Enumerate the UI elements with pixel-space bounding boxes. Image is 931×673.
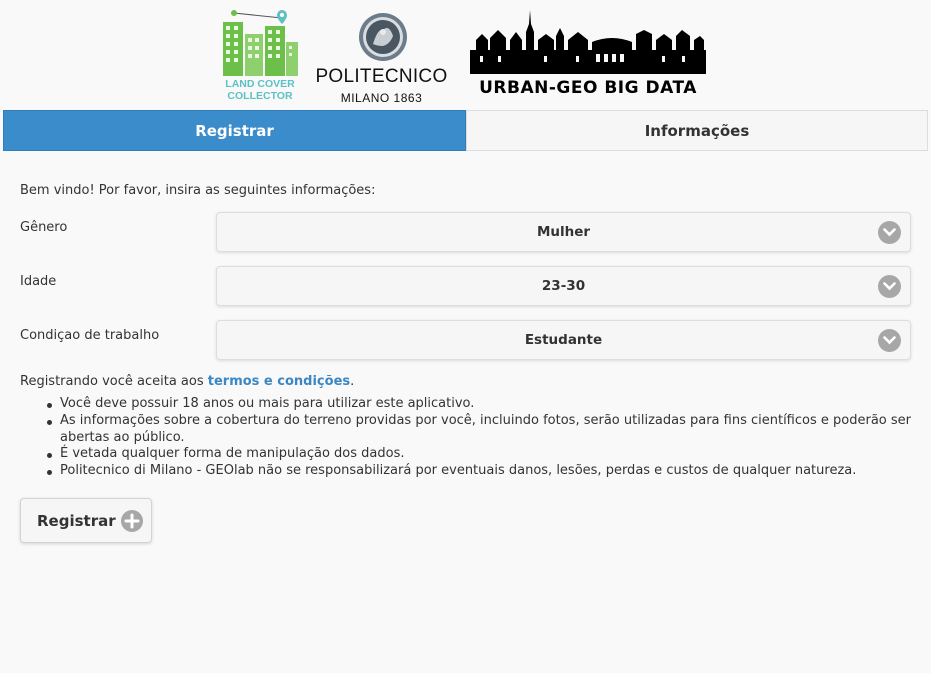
- chevron-down-icon: [878, 275, 901, 298]
- chevron-down-icon: [878, 221, 901, 244]
- politecnico-subtitle: MILANO 1863: [340, 91, 423, 105]
- lcc-line1: LAND COVER: [225, 78, 295, 90]
- work-condition-select-value: Estudante: [524, 332, 603, 348]
- gender-select-value: Mulher: [536, 224, 591, 240]
- age-select[interactable]: 23-30: [216, 266, 911, 306]
- gender-select[interactable]: Mulher: [216, 212, 911, 252]
- city-skyline-icon: [470, 10, 706, 74]
- list-item: As informações sobre a cobertura do terr…: [46, 413, 911, 447]
- tab-registrar[interactable]: Registrar: [3, 110, 466, 151]
- terms-notice: Registrando você aceita aos termos e con…: [20, 374, 354, 389]
- politecnico-seal-icon: [359, 13, 407, 61]
- register-button[interactable]: Registrar: [20, 498, 152, 543]
- age-label: Idade: [20, 274, 57, 289]
- work-condition-select[interactable]: Estudante: [216, 320, 911, 360]
- terms-link[interactable]: termos e condições: [208, 374, 350, 389]
- terms-prefix: Registrando você aceita aos: [20, 374, 208, 389]
- tab-informacoes[interactable]: Informações: [466, 110, 928, 151]
- list-item: Você deve possuir 18 anos ou mais para u…: [46, 396, 911, 413]
- list-item: Politecnico di Milano - GEOlab não se re…: [46, 463, 911, 480]
- lcc-line2: COLLECTOR: [227, 90, 293, 102]
- work-condition-label: Condiçao de trabalho: [20, 328, 160, 343]
- terms-suffix: .: [350, 374, 355, 389]
- chevron-down-icon: [878, 329, 901, 352]
- politecnico-logo: POLITECNICO MILANO 1863: [314, 8, 449, 105]
- terms-list: Você deve possuir 18 anos ou mais para u…: [46, 396, 911, 480]
- land-cover-buildings-icon: [223, 10, 298, 76]
- age-select-value: 23-30: [541, 278, 586, 294]
- gender-label: Gênero: [20, 220, 68, 235]
- plus-icon: [121, 510, 143, 532]
- urban-geo-big-data-text: URBAN-GEO BIG DATA: [479, 78, 697, 98]
- list-item: É vetada qualquer forma de manipulação d…: [46, 446, 911, 463]
- land-cover-collector-logo: LAND COVER COLLECTOR: [220, 8, 300, 102]
- tab-bar: Registrar Informações: [3, 110, 928, 151]
- register-button-label: Registrar: [37, 511, 116, 530]
- urban-geo-big-data-logo: URBAN-GEO BIG DATA: [468, 10, 708, 102]
- politecnico-name: POLITECNICO: [315, 66, 448, 87]
- welcome-text: Bem vindo! Por favor, insira as seguinte…: [20, 183, 376, 198]
- logo-header: LAND COVER COLLECTOR POLITECNICO MILANO …: [0, 0, 931, 108]
